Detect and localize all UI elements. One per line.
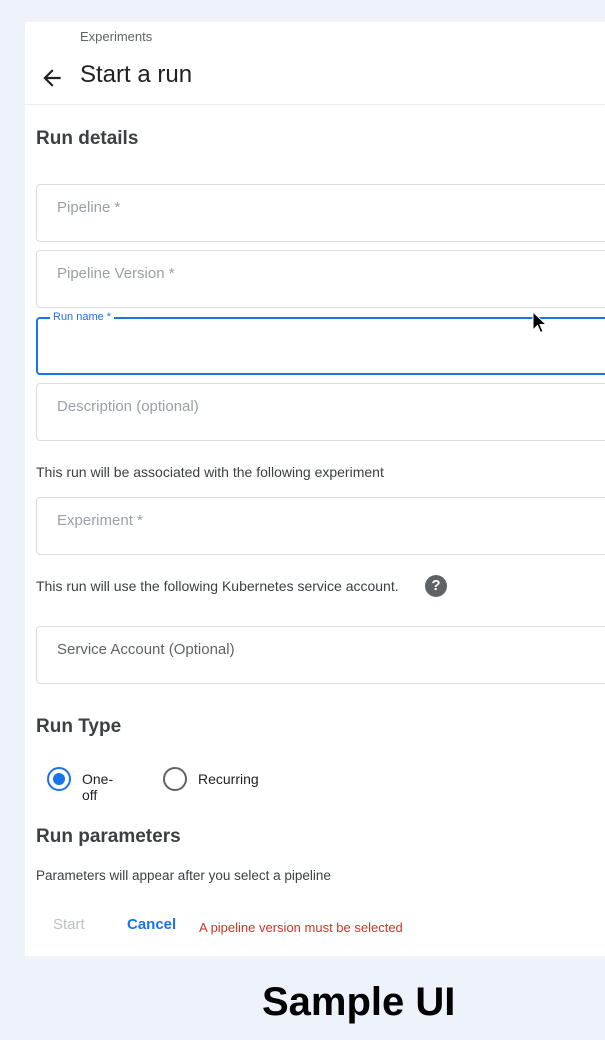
section-title-run-details: Run details: [36, 128, 139, 149]
pipeline-placeholder: Pipeline *: [57, 199, 121, 216]
service-account-field[interactable]: Service Account (Optional): [36, 626, 605, 684]
cancel-button[interactable]: Cancel: [127, 916, 176, 933]
service-account-placeholder: Service Account (Optional): [57, 641, 235, 658]
section-title-run-parameters: Run parameters: [36, 826, 181, 847]
description-placeholder: Description (optional): [57, 398, 199, 415]
description-field[interactable]: Description (optional): [36, 383, 605, 441]
radio-one-off[interactable]: [47, 767, 71, 791]
start-button[interactable]: Start: [53, 916, 85, 933]
experiment-field[interactable]: Experiment *: [36, 497, 605, 555]
service-account-help-text: This run will use the following Kubernet…: [36, 578, 399, 594]
mouse-cursor-icon: [532, 311, 548, 334]
run-name-field[interactable]: Run name *: [36, 311, 605, 375]
run-name-label: Run name *: [50, 311, 115, 323]
radio-label-recurring[interactable]: Recurring: [198, 771, 259, 787]
run-name-input[interactable]: [52, 341, 605, 365]
experiment-placeholder: Experiment *: [57, 512, 143, 529]
page-title: Start a run: [80, 61, 193, 88]
experiment-help-text: This run will be associated with the fol…: [36, 464, 384, 480]
header-divider: [25, 104, 605, 105]
error-message: A pipeline version must be selected: [199, 920, 403, 935]
help-icon[interactable]: ?: [425, 575, 447, 597]
arrow-left-icon: [43, 69, 61, 87]
caption: Sample UI: [262, 980, 456, 1024]
breadcrumb[interactable]: Experiments: [80, 29, 152, 44]
pipeline-version-placeholder: Pipeline Version *: [57, 265, 175, 282]
back-button[interactable]: [39, 65, 65, 91]
radio-recurring[interactable]: [163, 767, 187, 791]
section-title-run-type: Run Type: [36, 716, 122, 737]
pipeline-version-field[interactable]: Pipeline Version *: [36, 250, 605, 308]
pipeline-field[interactable]: Pipeline *: [36, 184, 605, 242]
radio-label-one-off[interactable]: One-off: [82, 771, 113, 803]
run-parameters-help-text: Parameters will appear after you select …: [36, 868, 331, 883]
start-run-card: Experiments Start a run Run details Pipe…: [25, 22, 605, 956]
